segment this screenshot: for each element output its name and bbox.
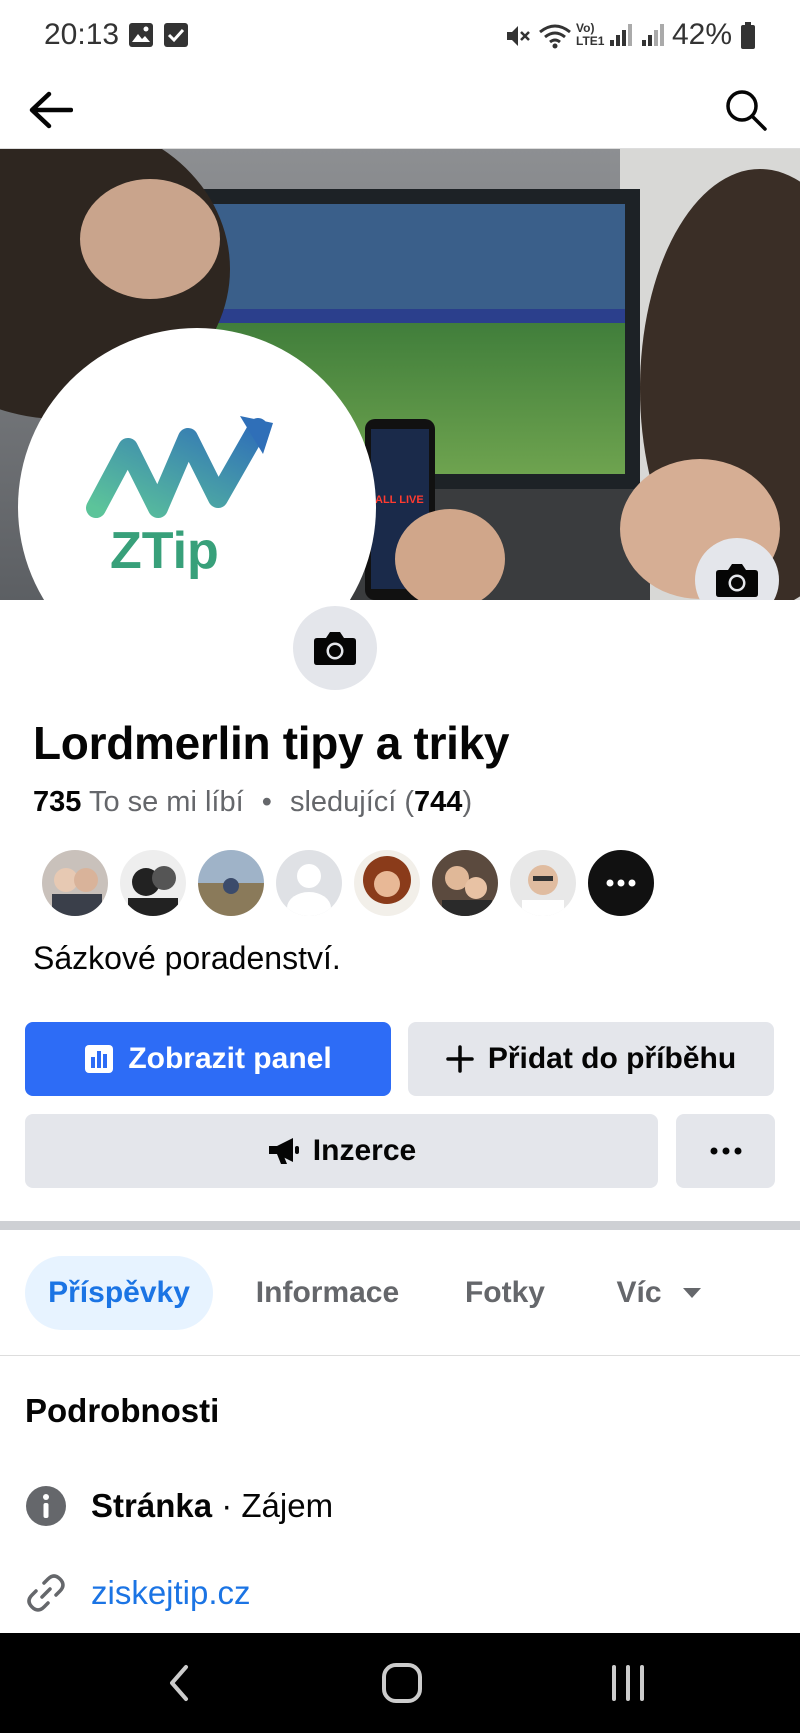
profile-tabs: Příspěvky Informace Fotky Víc (0, 1256, 800, 1336)
tabs-divider (0, 1355, 800, 1356)
more-friends-button[interactable] (586, 848, 656, 918)
more-actions-button[interactable] (676, 1114, 775, 1188)
page-title: Lordmerlin tipy a triky (33, 717, 510, 769)
tab-about[interactable]: Informace (240, 1256, 415, 1330)
website-row[interactable]: ziskejtip.cz (25, 1572, 251, 1614)
tab-more-label: Víc (616, 1276, 662, 1309)
more-dots-icon (606, 879, 636, 887)
wifi-icon (538, 22, 572, 55)
dashboard-icon (85, 1045, 114, 1073)
camera-icon (716, 564, 758, 597)
volte-icon: Vo) LTE1 (576, 21, 605, 48)
details-title: Podrobnosti (25, 1392, 220, 1429)
friend-avatar-placeholder[interactable] (274, 848, 344, 918)
signal-icon-2 (640, 22, 666, 53)
page-description: Sázkové poradenství. (33, 940, 341, 976)
link-icon (27, 1574, 65, 1612)
ads-label: Inzerce (312, 1134, 417, 1167)
status-time: 20:13 (44, 18, 120, 51)
add-to-story-label: Přidat do příběhu (487, 1042, 737, 1075)
back-icon[interactable] (22, 82, 78, 138)
friend-avatar[interactable] (352, 848, 422, 918)
edit-profile-picture-camera-button[interactable] (293, 606, 377, 690)
add-to-story-button[interactable]: Přidat do příběhu (408, 1022, 774, 1096)
battery-icon (740, 22, 756, 55)
followers-label: sledující ( (289, 786, 415, 818)
system-nav-bar (0, 1633, 800, 1733)
camera-icon (314, 632, 356, 665)
followers-count: 744 (414, 786, 463, 818)
megaphone-icon (268, 1138, 299, 1164)
app-bar (0, 70, 800, 149)
checkbox-notification-icon (163, 22, 189, 53)
category-type: Stránka (91, 1487, 213, 1524)
search-icon[interactable] (718, 82, 774, 138)
dashboard-label: Zobrazit panel (128, 1042, 332, 1075)
followers-close: ) (462, 786, 473, 818)
info-icon (26, 1486, 66, 1526)
friend-avatar[interactable] (40, 848, 110, 918)
nav-home-icon[interactable] (380, 1661, 424, 1710)
tab-photos[interactable]: Fotky (450, 1256, 560, 1330)
mute-icon (503, 22, 531, 55)
dashboard-button[interactable]: Zobrazit panel (25, 1022, 391, 1096)
section-divider (0, 1221, 800, 1230)
ads-button[interactable]: Inzerce (25, 1114, 658, 1188)
stats-separator: • (261, 786, 272, 818)
nav-back-icon[interactable] (160, 1663, 200, 1708)
plus-icon (446, 1045, 474, 1073)
status-bar: 20:13 Vo) LTE1 42% (0, 0, 800, 70)
likes-count: 735 (33, 786, 82, 818)
friend-avatar[interactable] (196, 848, 266, 918)
more-dots-icon (710, 1147, 741, 1155)
friends-avatars[interactable] (40, 848, 656, 918)
battery-percent: 42% (672, 18, 733, 51)
nav-recents-icon[interactable] (606, 1663, 650, 1708)
tab-posts[interactable]: Příspěvky (25, 1256, 213, 1330)
friend-avatar[interactable] (508, 848, 578, 918)
caret-down-icon (682, 1288, 701, 1298)
category-name: · Zájem (212, 1487, 334, 1524)
category-row: Stránka · Zájem (25, 1485, 333, 1527)
svg-text:ZTip: ZTip (110, 522, 219, 580)
website-link[interactable]: ziskejtip.cz (91, 1574, 251, 1612)
friend-avatar[interactable] (430, 848, 500, 918)
tab-more[interactable]: Víc (594, 1256, 724, 1330)
cover-screen-text: ALL LIVE (375, 494, 424, 506)
likes-label: To se mi líbí (88, 786, 244, 818)
friend-avatar[interactable] (118, 848, 188, 918)
signal-icon-1 (608, 22, 634, 53)
gallery-icon (128, 22, 154, 53)
page-stats: 735 To se mi líbí • sledující (744) (33, 786, 472, 819)
